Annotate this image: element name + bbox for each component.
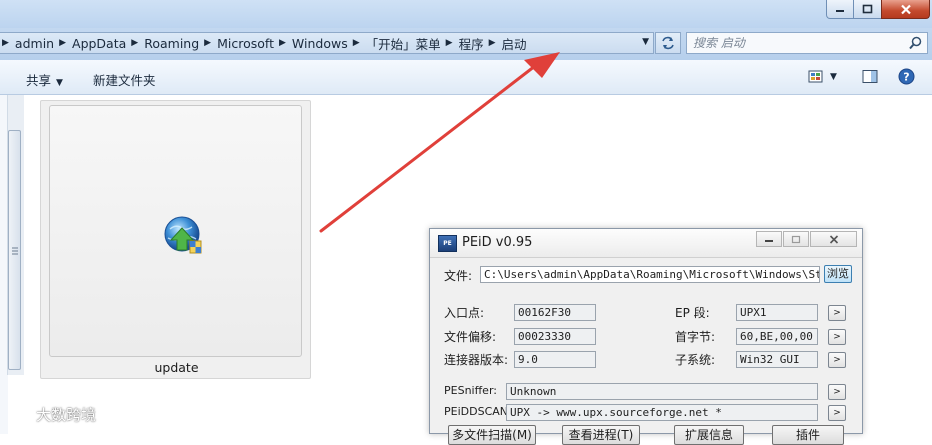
file-offset-field[interactable]: 00023330 [514,328,596,345]
first-bytes-details-button[interactable]: > [828,329,846,345]
refresh-button[interactable] [655,32,681,54]
minimize-icon [836,10,844,12]
new-folder-button[interactable]: 新建文件夹 [93,70,156,89]
subsystem-label: 子系统: [675,353,716,367]
first-bytes-label: 首字节: [675,330,716,344]
breadcrumb-windows[interactable]: Windows [286,36,353,51]
subsystem-field[interactable]: Win32 GUI [736,351,818,368]
maximize-button[interactable] [853,0,882,19]
first-bytes-field[interactable]: 60,BE,00,00 [736,328,818,345]
search-icon[interactable] [909,36,922,50]
breadcrumb-separator[interactable]: ▶ [131,38,138,48]
maximize-icon [791,235,801,243]
change-view-icon[interactable] [808,69,824,84]
breadcrumb-separator[interactable]: ▶ [279,38,286,48]
breadcrumb-start-menu[interactable]: 「开始」菜单 [360,34,446,53]
peiddscan-field[interactable]: UPX -> www.upx.sourceforge.net * [506,404,818,421]
chevron-down-icon: ▼ [56,78,63,88]
peid-window: PE PEiD v0.95 文件: C:\Users\admin\AppData… [429,228,863,445]
grip-icon [12,247,18,255]
pesniffer-details-button[interactable]: > [828,384,846,400]
breadcrumb-appdata[interactable]: AppData [66,36,131,51]
breadcrumb-separator[interactable]: ▶ [59,38,66,48]
file-thumbnail [49,105,302,357]
peid-title: PEiD v0.95 [462,235,533,250]
file-name-label: update [154,360,199,375]
ep-section-details-button[interactable]: > [828,305,846,321]
watermark-text: 大数跨境 [36,406,97,424]
breadcrumb-programs[interactable]: 程序 [453,34,489,53]
help-icon[interactable]: ? [898,68,915,85]
multi-scan-button[interactable]: 多文件扫描(M) [448,425,536,445]
watermark: 大数跨境 [8,404,96,425]
breadcrumb-separator[interactable]: ▶ [446,38,453,48]
maximize-icon [862,4,873,14]
command-bar: 共享 ▼ 新建文件夹 ▼ ? [0,60,932,95]
file-item-update[interactable]: update [40,100,311,379]
minimize-icon [765,240,773,242]
close-button[interactable] [881,0,930,19]
address-bar[interactable]: ▶ admin ▶ AppData ▶ Roaming ▶ Microsoft … [0,32,654,54]
breadcrumb-admin[interactable]: admin [9,36,59,51]
search-box[interactable] [686,32,928,54]
svg-text:?: ? [903,71,909,84]
breadcrumb-separator: ▶ [2,38,9,48]
window-titlebar [0,0,932,28]
minimize-button[interactable] [826,0,854,19]
preview-pane-icon[interactable] [862,69,878,84]
search-input[interactable] [693,34,903,52]
linker-version-field[interactable]: 9.0 [514,351,596,368]
address-row: ▶ admin ▶ AppData ▶ Roaming ▶ Microsoft … [0,28,932,60]
installer-globe-icon [164,216,202,254]
entry-point-label: 入口点: [444,306,485,320]
subsystem-details-button[interactable]: > [828,352,846,368]
view-options-dropdown-icon[interactable]: ▼ [830,72,837,82]
file-path-field[interactable]: C:\Users\admin\AppData\Roaming\Microsoft… [480,266,820,283]
peid-close-button[interactable] [810,231,857,247]
close-icon [900,4,911,14]
entry-point-field[interactable]: 00162F30 [514,304,596,321]
breadcrumb-roaming[interactable]: Roaming [138,36,204,51]
share-menu-button[interactable]: 共享 ▼ [26,70,63,89]
breadcrumb-separator[interactable]: ▶ [204,38,211,48]
file-label: 文件: [444,269,473,283]
ep-section-field[interactable]: UPX1 [736,304,818,321]
extra-info-button[interactable]: 扩展信息 [674,425,744,445]
peid-app-icon: PE [438,235,457,252]
peiddscan-details-button[interactable]: > [828,405,846,421]
close-icon [829,234,838,244]
breadcrumb-microsoft[interactable]: Microsoft [211,36,279,51]
watermark-logo-icon [9,407,30,422]
peiddscan-label: PEiDDSCAN: [444,405,512,418]
share-label: 共享 [26,73,52,88]
scrollbar-thumb[interactable] [8,130,21,370]
peid-maximize-button[interactable] [783,231,809,247]
refresh-icon [662,36,674,50]
ep-section-label: EP 段: [675,306,710,320]
peid-titlebar[interactable]: PE PEiD v0.95 [430,229,862,258]
linker-version-label: 连接器版本: [444,353,509,367]
breadcrumb-startup[interactable]: 启动 [496,34,532,53]
address-dropdown-icon[interactable]: ▼ [642,37,649,47]
peid-minimize-button[interactable] [756,231,782,247]
task-viewer-button[interactable]: 查看进程(T) [562,425,640,445]
file-offset-label: 文件偏移: [444,330,497,344]
pesniffer-label: PESniffer: [444,384,497,397]
browse-button[interactable]: 浏览 [824,265,852,283]
plugins-button[interactable]: 插件 [772,425,844,445]
breadcrumb-separator[interactable]: ▶ [489,38,496,48]
breadcrumb-separator[interactable]: ▶ [353,38,360,48]
pesniffer-field[interactable]: Unknown [506,383,818,400]
